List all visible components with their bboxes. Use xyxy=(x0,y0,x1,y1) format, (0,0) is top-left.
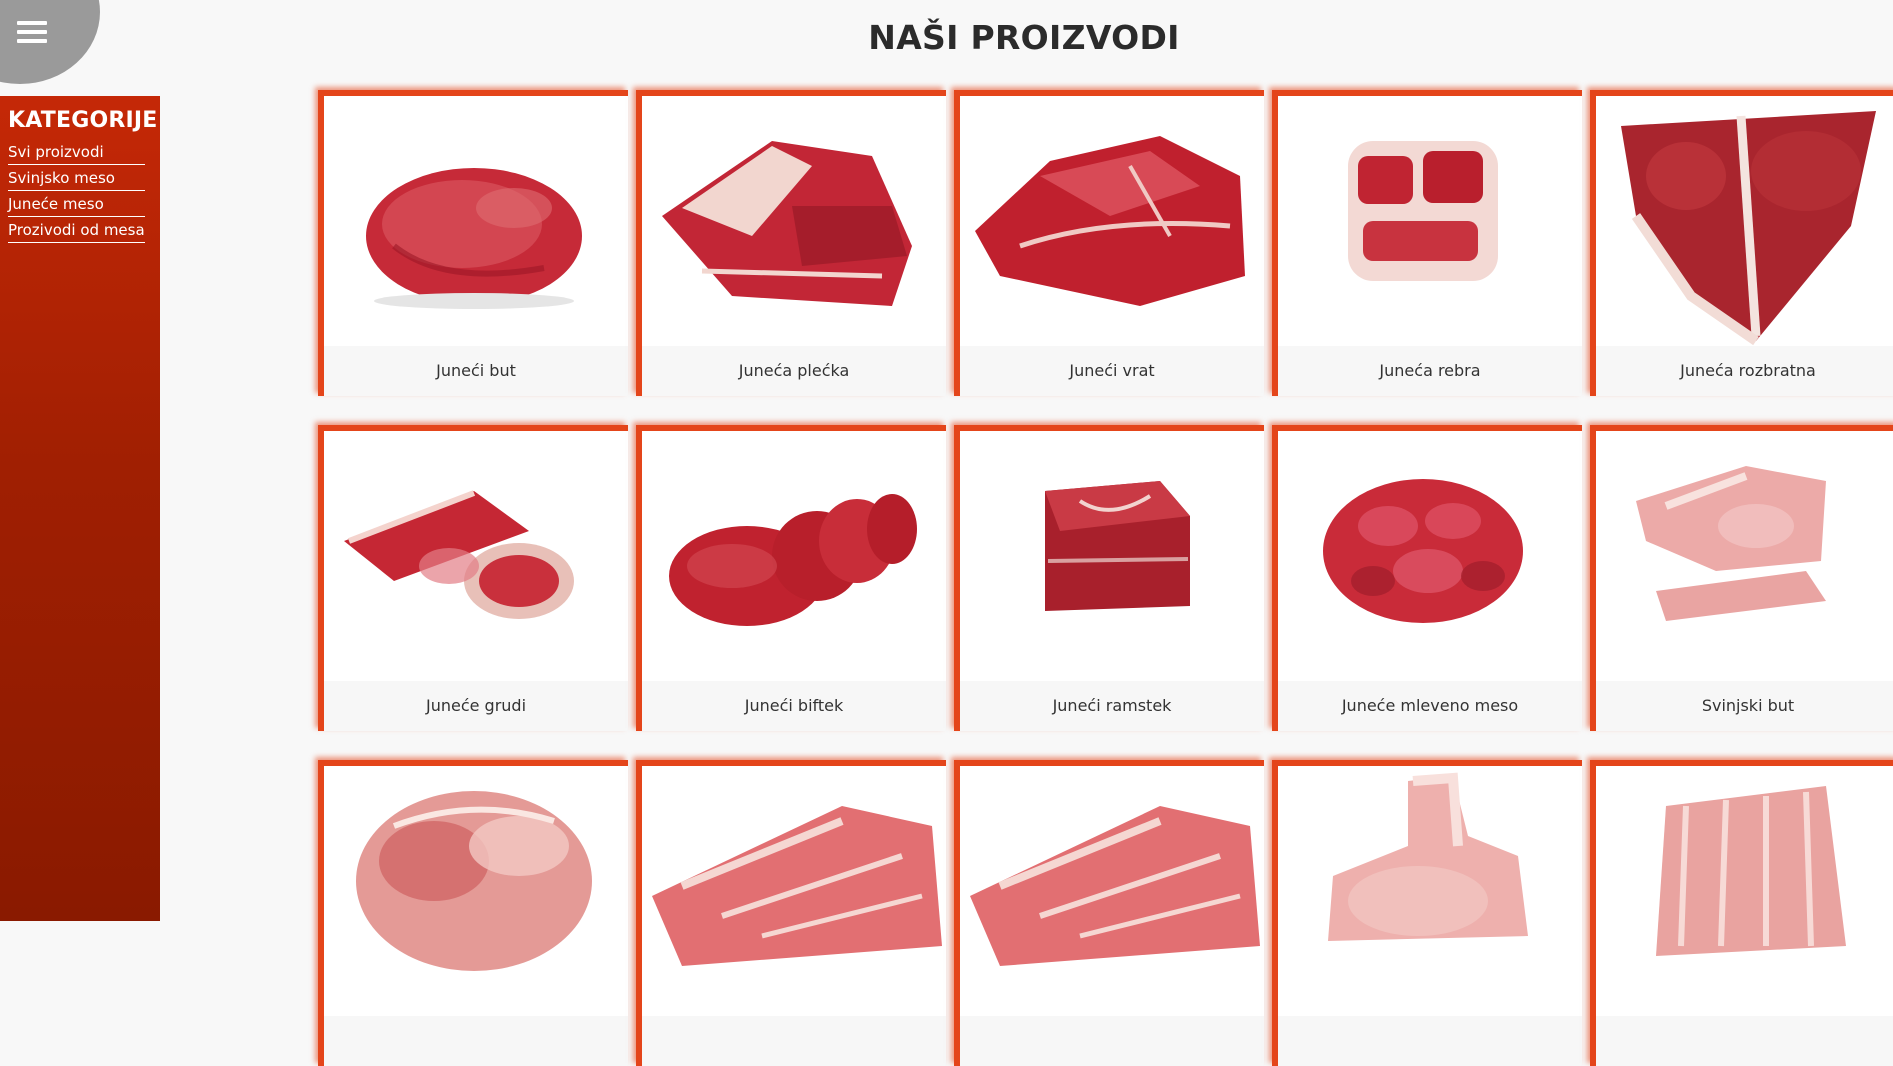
product-name: Juneći biftek xyxy=(642,681,946,731)
product-name xyxy=(324,1016,628,1066)
product-name: Juneća plećka xyxy=(642,346,946,396)
product-name xyxy=(642,1016,946,1066)
product-image-beef-minced-meat xyxy=(1278,431,1582,681)
product-name: Juneće mleveno meso xyxy=(1278,681,1582,731)
product-image-pork-leg-cut xyxy=(1596,431,1893,681)
product-image-beef-ribs-cut xyxy=(1278,96,1582,346)
product-card[interactable]: Juneća plećka xyxy=(636,90,946,396)
product-card[interactable]: Juneće mleveno meso xyxy=(1272,425,1582,731)
categories-list: Svi proizvodi Svinjsko meso Juneće meso … xyxy=(8,141,145,243)
categories-sidebar: KATEGORIJE Svi proizvodi Svinjsko meso J… xyxy=(0,96,160,921)
product-image-beef-tenderloin-sliced xyxy=(642,431,946,681)
product-card[interactable] xyxy=(318,760,628,1066)
category-link-pork[interactable]: Svinjsko meso xyxy=(8,167,145,191)
page-title: NAŠI PROIZVODI xyxy=(868,18,1180,57)
product-image-beef-brisket-slices xyxy=(324,431,628,681)
product-card[interactable]: Svinjski but xyxy=(1590,425,1893,731)
product-image-pork-shoulder-roast xyxy=(324,766,628,1016)
product-card[interactable]: Juneći vrat xyxy=(954,90,1264,396)
product-card[interactable] xyxy=(954,760,1264,1066)
product-card[interactable]: Juneća rebra xyxy=(1272,90,1582,396)
category-link-meat-products[interactable]: Prozivodi od mesa xyxy=(8,219,145,243)
product-card[interactable]: Juneće grudi xyxy=(318,425,628,731)
product-image-pork-chop-bone xyxy=(1278,766,1582,1016)
product-card[interactable]: Juneći ramstek xyxy=(954,425,1264,731)
product-card[interactable] xyxy=(1272,760,1582,1066)
product-image-beef-shoulder-cut xyxy=(642,96,946,346)
product-card[interactable] xyxy=(636,760,946,1066)
categories-title: KATEGORIJE xyxy=(8,108,158,133)
product-image-beef-neck-cut xyxy=(960,96,1264,346)
product-name: Juneći but xyxy=(324,346,628,396)
product-name: Juneći ramstek xyxy=(960,681,1264,731)
product-image-beef-rumpsteak-block xyxy=(960,431,1264,681)
product-image-pork-neck-marbled xyxy=(960,766,1264,1016)
product-image-pork-neck-marbled xyxy=(642,766,946,1016)
category-link-beef[interactable]: Juneće meso xyxy=(8,193,145,217)
product-name xyxy=(1596,1016,1893,1066)
product-name: Juneći vrat xyxy=(960,346,1264,396)
product-image-pork-ribs-slab xyxy=(1596,766,1893,1016)
product-name: Svinjski but xyxy=(1596,681,1893,731)
product-name xyxy=(1278,1016,1582,1066)
product-name xyxy=(960,1016,1264,1066)
product-card[interactable] xyxy=(1590,760,1893,1066)
product-card[interactable]: Juneći biftek xyxy=(636,425,946,731)
product-card[interactable]: Juneći but xyxy=(318,90,628,396)
category-link-all-products[interactable]: Svi proizvodi xyxy=(8,141,145,165)
product-name: Juneće grudi xyxy=(324,681,628,731)
product-card[interactable]: Juneća rozbratna xyxy=(1590,90,1893,396)
product-image-beef-round-roast xyxy=(324,96,628,346)
product-name: Juneća rozbratna xyxy=(1596,346,1893,396)
product-image-beef-tbone-steak xyxy=(1596,96,1893,346)
product-name: Juneća rebra xyxy=(1278,346,1582,396)
